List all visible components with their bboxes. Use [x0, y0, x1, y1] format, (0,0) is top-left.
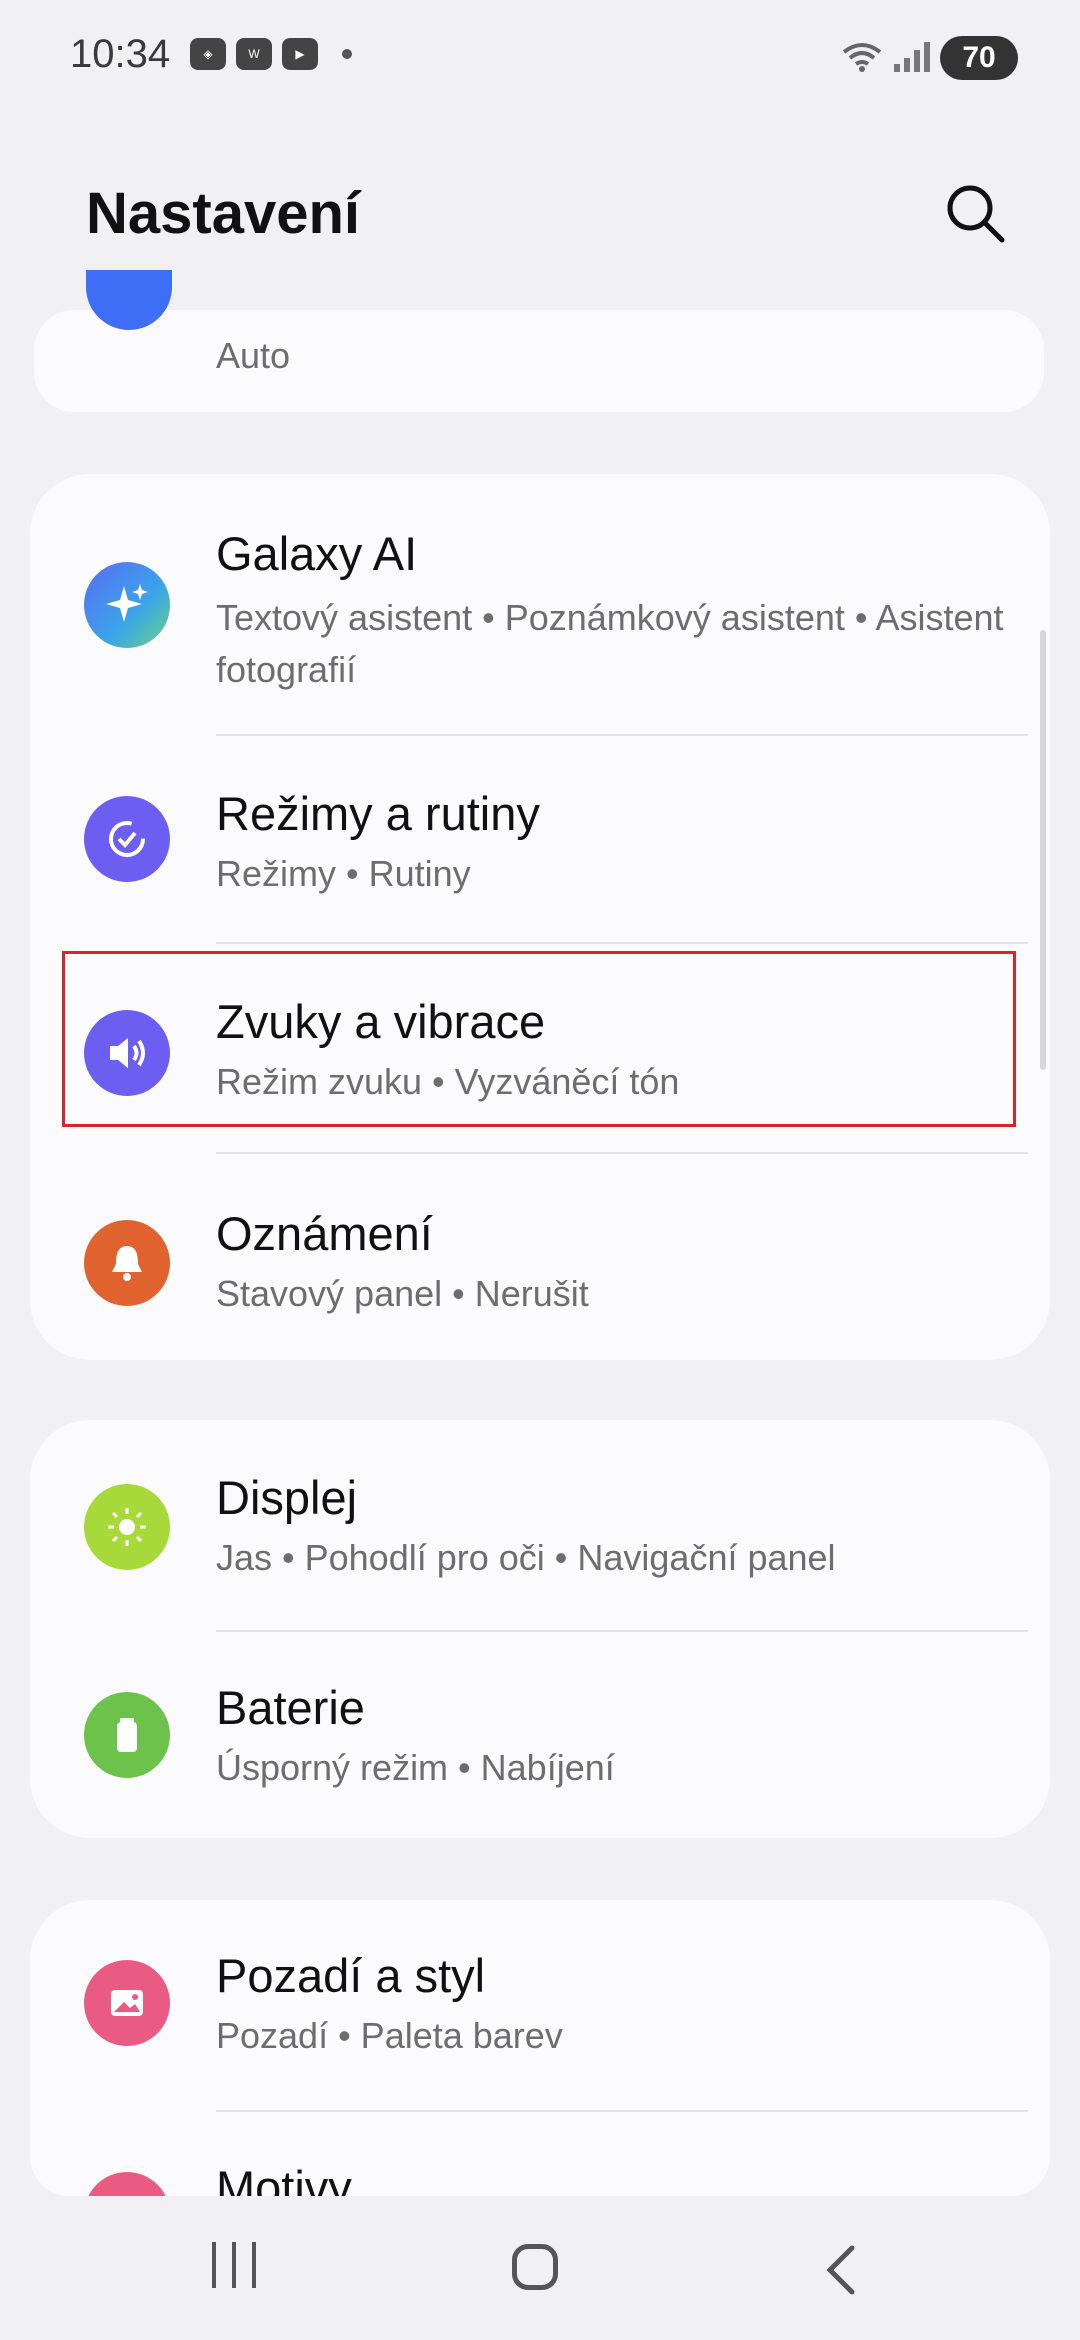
dot-icon: [342, 49, 352, 59]
settings-card-partial[interactable]: Auto: [34, 270, 1044, 412]
partial-icon: [86, 270, 172, 330]
settings-section-1: Galaxy AI Textový asistent • Poznámkový …: [30, 474, 1050, 1360]
setting-galaxy-ai[interactable]: Galaxy AI Textový asistent • Poznámkový …: [30, 474, 1050, 734]
image-icon: [84, 1960, 170, 2046]
partial-subtitle: Auto: [216, 335, 291, 376]
setting-modes-routines[interactable]: Režimy a rutiny Režimy • Rutiny: [30, 736, 1050, 942]
setting-notifications[interactable]: Oznámení Stavový panel • Nerušit: [30, 1154, 1050, 1360]
setting-subtitle: Režimy • Rutiny: [216, 853, 471, 894]
setting-battery[interactable]: Baterie Úsporný režim • Nabíjení: [30, 1632, 1050, 1838]
back-icon[interactable]: [820, 2240, 860, 2300]
setting-display[interactable]: Displej Jas • Pohodlí pro oči • Navigačn…: [30, 1420, 1050, 1630]
battery-icon: [84, 1692, 170, 1778]
setting-subtitle: Textový asistent • Poznámkový asistent •…: [216, 597, 1004, 690]
setting-title: Pozadí a styl: [216, 1949, 486, 2002]
navigation-bar: [0, 2200, 1080, 2340]
setting-subtitle: Stavový panel • Nerušit: [216, 1273, 589, 1314]
setting-title: Režimy a rutiny: [216, 787, 540, 840]
sparkles-icon: [84, 562, 170, 648]
sun-icon: [84, 1484, 170, 1570]
home-icon[interactable]: [512, 2244, 558, 2290]
settings-section-3: Pozadí a styl Pozadí • Paleta barev Moti…: [30, 1900, 1050, 2196]
setting-title: Motivy: [216, 2161, 352, 2196]
setting-title: Displej: [216, 1471, 358, 1524]
scrollbar[interactable]: [1040, 630, 1046, 1070]
youtube-icon: ▶: [282, 38, 318, 70]
wear-icon: W: [236, 38, 272, 70]
modes-check-icon: [84, 796, 170, 882]
battery-charging-icon: 70: [940, 36, 1018, 80]
settings-section-2: Displej Jas • Pohodlí pro oči • Navigačn…: [30, 1420, 1050, 1838]
search-icon[interactable]: [940, 178, 1010, 248]
status-bar: 10:34 ◈ W ▶ 70: [0, 0, 1080, 120]
bell-icon: [84, 1220, 170, 1306]
wifi-icon: [842, 43, 882, 72]
recent-apps-icon[interactable]: [212, 2242, 256, 2288]
setting-title: Baterie: [216, 1681, 365, 1734]
battery-level: 70: [962, 41, 996, 74]
themes-icon: [84, 2172, 170, 2196]
status-time: 10:34: [70, 32, 171, 76]
highlight-box: [62, 951, 1016, 1127]
setting-subtitle: Pozadí • Paleta barev: [216, 2015, 563, 2056]
setting-wallpaper-style[interactable]: Pozadí a styl Pozadí • Paleta barev: [30, 1900, 1050, 2110]
page-title: Nastavení: [86, 181, 361, 246]
setting-title: Oznámení: [216, 1207, 433, 1260]
setting-themes[interactable]: Motivy: [30, 2112, 1050, 2196]
notification-icons: ◈ W ▶: [190, 38, 352, 70]
setting-subtitle: Úsporný režim • Nabíjení: [216, 1747, 615, 1788]
setting-subtitle: Jas • Pohodlí pro oči • Navigační panel: [216, 1537, 836, 1578]
setting-title: Galaxy AI: [216, 527, 418, 580]
app-icon: ◈: [190, 38, 226, 70]
signal-icon: [894, 42, 930, 72]
